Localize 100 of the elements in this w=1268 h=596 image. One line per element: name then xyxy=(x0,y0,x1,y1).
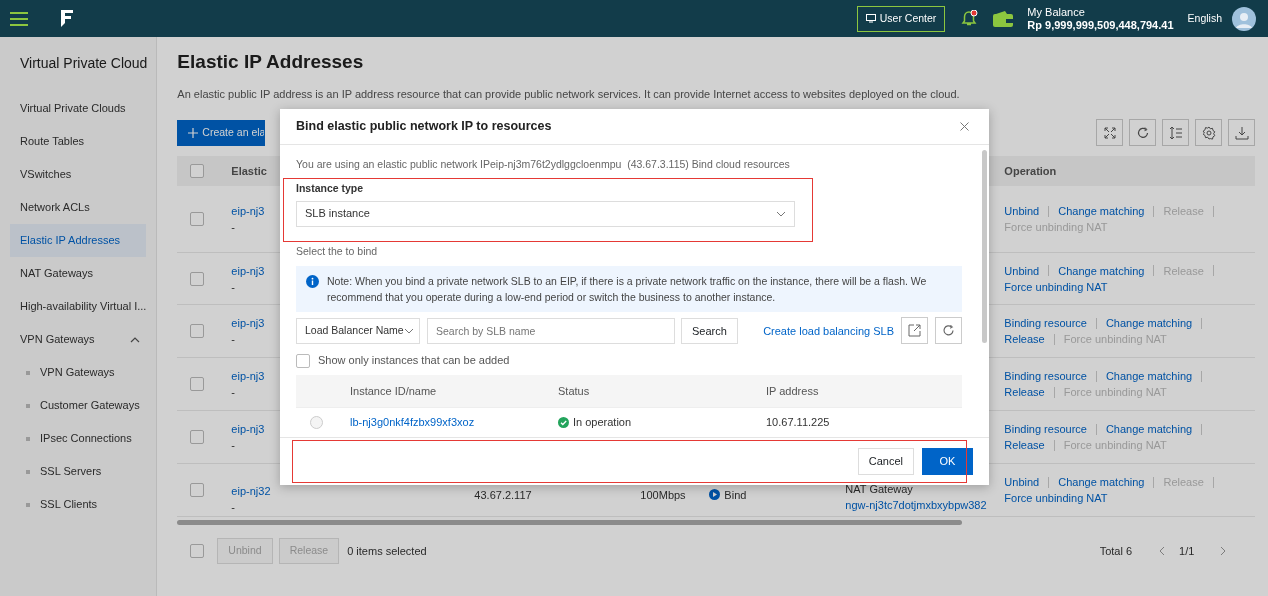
eip-link[interactable]: eip-nj3 xyxy=(231,203,265,220)
action-link[interactable]: Binding resource xyxy=(1004,368,1087,385)
action-link[interactable]: Force unbinding NAT xyxy=(1004,278,1108,295)
scrollbar[interactable] xyxy=(982,150,987,343)
action-link[interactable]: Force unbinding NAT xyxy=(1004,490,1108,507)
avatar[interactable] xyxy=(1232,6,1256,31)
filter-select[interactable]: Load Balancer Name xyxy=(296,317,420,344)
sidebar-subitem[interactable]: SSL Servers xyxy=(40,463,102,480)
page-description: An elastic public IP address is an IP address resource that can provide public network services. It can provide Internet access to websites deployed on the cloud. xyxy=(177,86,961,102)
checkbox[interactable] xyxy=(190,377,205,392)
sidebar-item[interactable]: VPN Gateways xyxy=(20,331,95,348)
download-icon xyxy=(1234,125,1249,140)
action-link[interactable]: Change matching xyxy=(1105,315,1193,332)
action-link[interactable]: Unbind xyxy=(1004,474,1040,491)
logo-icon xyxy=(58,7,76,30)
field-label: Instance type xyxy=(296,180,365,196)
monitor-icon xyxy=(865,14,876,23)
total-count: Total 6 xyxy=(1099,544,1133,560)
user-center-button[interactable]: User Center xyxy=(856,5,946,32)
action-link[interactable]: Change matching xyxy=(1058,474,1145,491)
action-link[interactable]: Binding resource xyxy=(1004,421,1087,438)
column-header: Elastic xyxy=(231,165,267,178)
page-title: Elastic IP Addresses xyxy=(177,51,365,74)
eip-link[interactable]: eip-nj3 xyxy=(231,315,265,332)
table-cell-text: 43.67.2.117 xyxy=(474,487,533,503)
ip-address: 10.67.11.225 xyxy=(766,415,830,430)
wallet-icon[interactable] xyxy=(992,9,1015,28)
sidebar-item[interactable]: Virtual Private Clouds xyxy=(10,92,147,125)
previous-icon[interactable] xyxy=(1158,546,1166,557)
action-link[interactable]: Change matching xyxy=(1105,368,1193,385)
checkbox[interactable] xyxy=(190,212,205,227)
column-header: Operation xyxy=(1004,164,1058,180)
sidebar-item[interactable]: Network ACLs xyxy=(10,191,147,224)
check-circle-icon xyxy=(558,416,569,428)
play-icon xyxy=(709,489,721,501)
sidebar-item[interactable]: VSwitches xyxy=(10,158,147,191)
sidebar-subitem[interactable]: SSL Clients xyxy=(40,496,98,513)
bullet-icon xyxy=(26,403,30,408)
toolbar-button[interactable] xyxy=(1228,119,1256,147)
action-link[interactable]: Binding resource xyxy=(1004,315,1087,332)
refresh-icon xyxy=(942,324,955,338)
sidebar-item[interactable]: Elastic IP Addresses xyxy=(10,224,147,257)
language-link[interactable]: English xyxy=(1187,10,1222,27)
instance-link[interactable]: ngw-nj3tc7dotjmxbxybpw382 xyxy=(845,497,987,514)
cancel-button[interactable]: Cancel xyxy=(857,448,914,475)
ok-button[interactable]: OK xyxy=(922,448,973,475)
refresh-button[interactable] xyxy=(935,317,962,345)
checkbox[interactable] xyxy=(190,164,205,179)
open-external-button[interactable] xyxy=(901,317,928,345)
search-field[interactable]: Search by SLB name xyxy=(427,317,675,344)
toolbar-button[interactable] xyxy=(1195,119,1223,147)
balance-label: My Balance xyxy=(1027,5,1086,19)
checkbox[interactable] xyxy=(190,324,205,339)
next-icon[interactable] xyxy=(1220,546,1228,557)
sidebar-subitem[interactable]: Customer Gateways xyxy=(40,397,140,414)
page-indicator: 1/1 xyxy=(1179,544,1195,560)
instance-type: NAT Gateway xyxy=(845,482,914,498)
eip-link[interactable]: eip-nj3 xyxy=(231,368,265,385)
action-link[interactable]: Release xyxy=(1004,331,1045,348)
action-link[interactable]: Change matching xyxy=(1105,421,1193,438)
sidebar-title: Virtual Private Cloud xyxy=(19,54,149,73)
eip-link[interactable]: eip-nj32 xyxy=(231,482,271,499)
toolbar-button[interactable] xyxy=(1096,119,1124,147)
search-button[interactable]: Search xyxy=(681,317,738,344)
toolbar-button[interactable] xyxy=(1129,119,1157,147)
checkbox[interactable] xyxy=(190,271,205,286)
action-link[interactable]: Release xyxy=(1004,384,1045,401)
bell-icon[interactable] xyxy=(961,10,979,27)
checkbox[interactable] xyxy=(190,544,205,559)
checkbox[interactable] xyxy=(296,353,310,368)
eip-link[interactable]: eip-nj3 xyxy=(231,262,265,279)
table-cell-text: 100Mbps xyxy=(640,487,687,503)
eip-name: - xyxy=(231,332,236,348)
column-header: Status xyxy=(558,383,591,399)
create-link[interactable]: Create load balancing SLB xyxy=(763,322,894,339)
sidebar-item[interactable]: High-availability Virtual I... xyxy=(10,290,147,323)
action-link[interactable]: Unbind xyxy=(1004,203,1040,220)
sidebar-item[interactable]: Route Tables xyxy=(10,125,147,158)
column-header: Instance ID/name xyxy=(350,383,438,399)
scrollbar[interactable] xyxy=(177,520,963,526)
radio-button[interactable] xyxy=(310,415,323,429)
sidebar-subitem[interactable]: VPN Gateways xyxy=(40,364,115,381)
action-link[interactable]: Release xyxy=(1004,437,1045,454)
action-link[interactable]: Change matching xyxy=(1058,203,1145,220)
chevron-icon[interactable] xyxy=(130,336,141,343)
action-link[interactable]: Unbind xyxy=(1004,262,1040,279)
sidebar-item[interactable]: NAT Gateways xyxy=(10,257,147,290)
bullet-icon xyxy=(26,436,30,441)
eip-link[interactable]: eip-nj3 xyxy=(231,421,265,438)
toolbar-button[interactable] xyxy=(1162,119,1190,147)
instance-link[interactable]: lb-nj3g0nkf4fzbx99xf3xoz xyxy=(350,414,558,431)
section-label: Select the to bind xyxy=(296,243,379,259)
checkbox[interactable] xyxy=(190,430,205,445)
menu-icon[interactable] xyxy=(10,11,28,26)
instance-type-select[interactable]: SLB instance xyxy=(296,200,795,227)
checkbox[interactable] xyxy=(190,483,205,498)
close-icon[interactable] xyxy=(960,122,969,131)
action-link[interactable]: Change matching xyxy=(1058,262,1145,279)
sidebar-subitem[interactable]: IPsec Connections xyxy=(40,430,132,447)
list-icon xyxy=(1168,125,1183,140)
